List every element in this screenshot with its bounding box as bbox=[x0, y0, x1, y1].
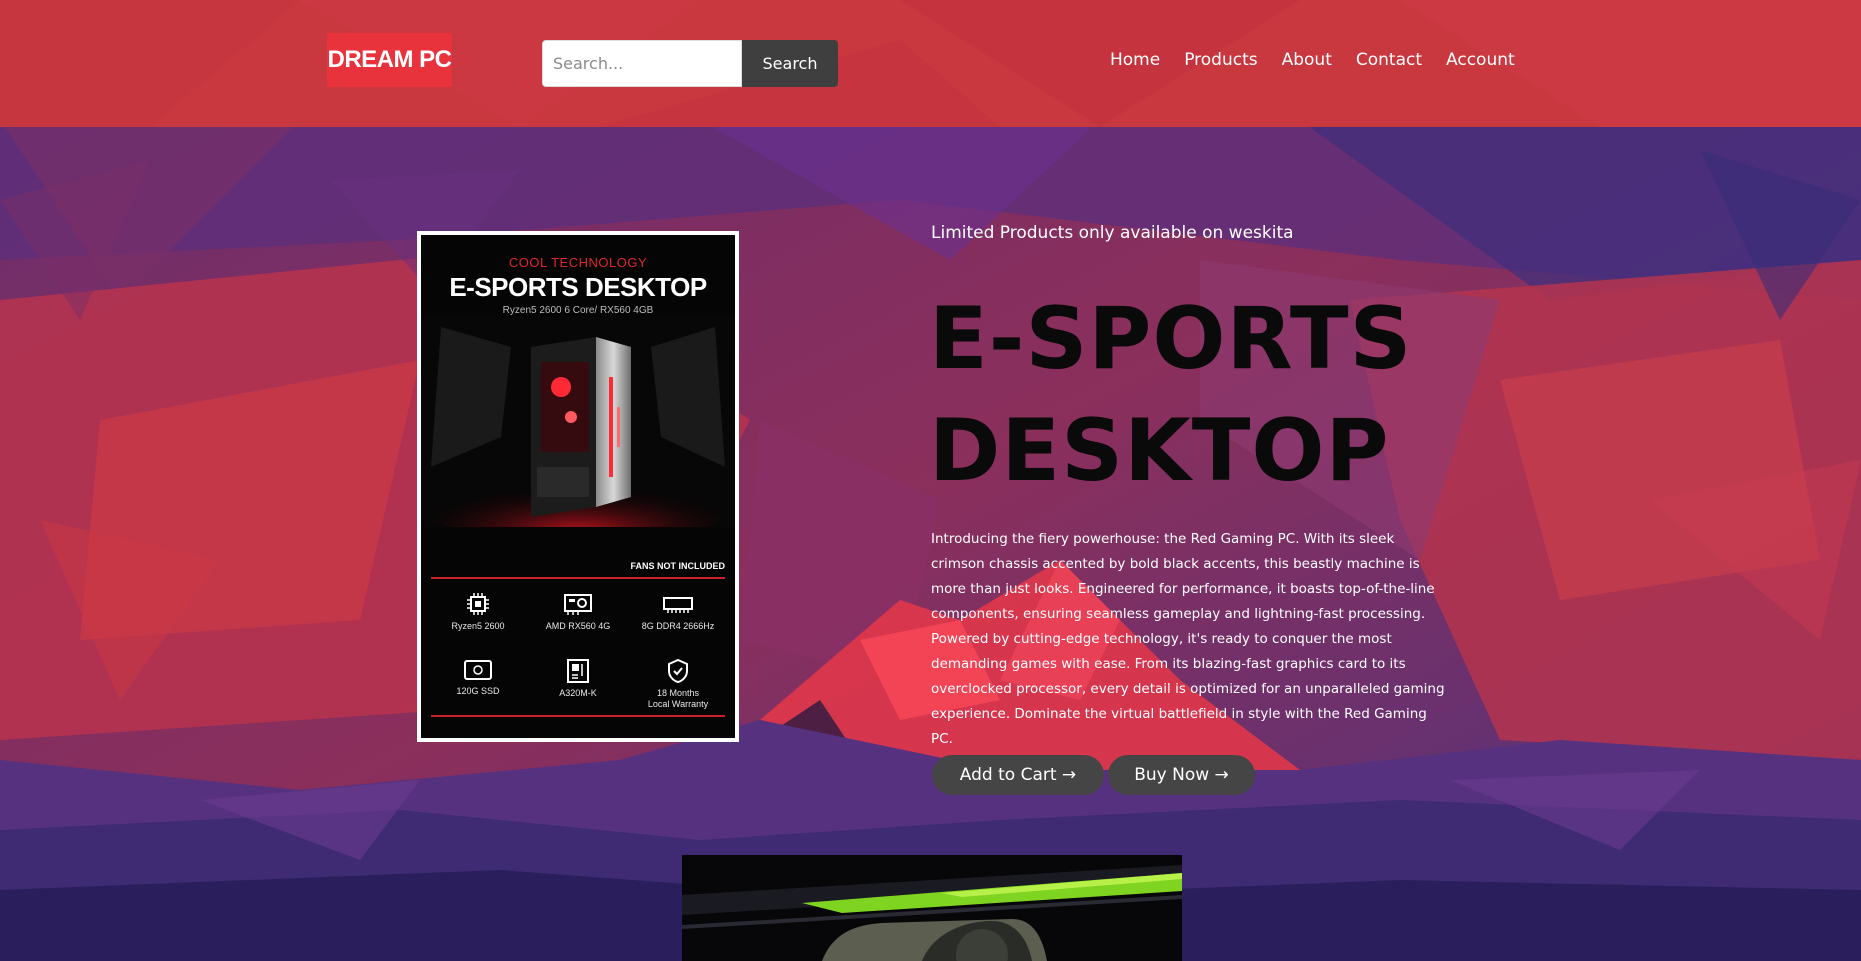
feature-ssd: 120G SSD bbox=[429, 658, 527, 697]
feature-label: AMD RX560 4G bbox=[545, 621, 611, 631]
nav-link-account[interactable]: Account bbox=[1446, 50, 1515, 78]
brand-logo[interactable]: DREAM PC bbox=[327, 33, 452, 87]
feature-label: Ryzen5 2600 bbox=[451, 621, 505, 631]
feature-warranty: 18 Months Local Warranty bbox=[629, 658, 727, 710]
feature-cpu: Ryzen5 2600 bbox=[429, 591, 527, 632]
site-header: DREAM PC Search Home Products About Cont… bbox=[0, 0, 1861, 127]
gpu-icon bbox=[564, 594, 592, 615]
add-to-cart-button[interactable]: Add to Cart → bbox=[932, 755, 1104, 795]
search-button[interactable]: Search bbox=[742, 40, 838, 87]
buy-now-button[interactable]: Buy Now → bbox=[1108, 755, 1255, 795]
feature-label: 18 Months Local Warranty bbox=[647, 688, 709, 709]
hero-description: Introducing the fiery powerhouse: the Re… bbox=[931, 531, 1445, 747]
poster-title: E-SPORTS DESKTOP bbox=[449, 272, 707, 302]
shield-check-icon bbox=[668, 658, 688, 684]
pc-case-illustration bbox=[421, 317, 735, 527]
poster-tagline: COOL TECHNOLOGY bbox=[508, 255, 648, 270]
motherboard-icon bbox=[567, 659, 589, 683]
poster-divider bbox=[431, 715, 725, 717]
feature-label: 8G DDR4 2666Hz bbox=[641, 621, 715, 631]
nav-link-about[interactable]: About bbox=[1282, 50, 1332, 78]
ram-icon bbox=[663, 597, 693, 613]
nav-link-home[interactable]: Home bbox=[1110, 50, 1160, 78]
nav-link-contact[interactable]: Contact bbox=[1356, 50, 1422, 78]
poster-divider bbox=[431, 577, 725, 579]
main-nav: Home Products About Contact Account bbox=[1110, 50, 1515, 78]
poster-note: FANS NOT INCLUDED bbox=[630, 561, 726, 571]
ssd-icon bbox=[464, 660, 492, 680]
cpu-icon bbox=[467, 593, 489, 615]
search-input[interactable] bbox=[542, 40, 742, 87]
header-texture bbox=[0, 0, 1861, 127]
poster-specs: Ryzen5 2600 6 Core/ RX560 4GB bbox=[502, 305, 654, 316]
nav-link-products[interactable]: Products bbox=[1184, 50, 1257, 78]
graphics-card-illustration bbox=[682, 855, 1182, 961]
hero-eyebrow: Limited Products only available on weski… bbox=[931, 223, 1294, 243]
product-poster: COOL TECHNOLOGY E-SPORTS DESKTOP Ryzen5 … bbox=[421, 235, 735, 738]
feature-label: 120G SSD bbox=[456, 686, 500, 696]
next-product-image[interactable] bbox=[682, 855, 1182, 961]
feature-label: A320M-K bbox=[559, 688, 597, 698]
product-image[interactable]: COOL TECHNOLOGY E-SPORTS DESKTOP Ryzen5 … bbox=[417, 231, 739, 742]
hero-title: E-SPORTS DESKTOP bbox=[929, 289, 1413, 501]
feature-ram: 8G DDR4 2666Hz bbox=[629, 591, 727, 632]
feature-motherboard: A320M-K bbox=[529, 658, 627, 699]
feature-gpu: AMD RX560 4G bbox=[529, 591, 627, 632]
